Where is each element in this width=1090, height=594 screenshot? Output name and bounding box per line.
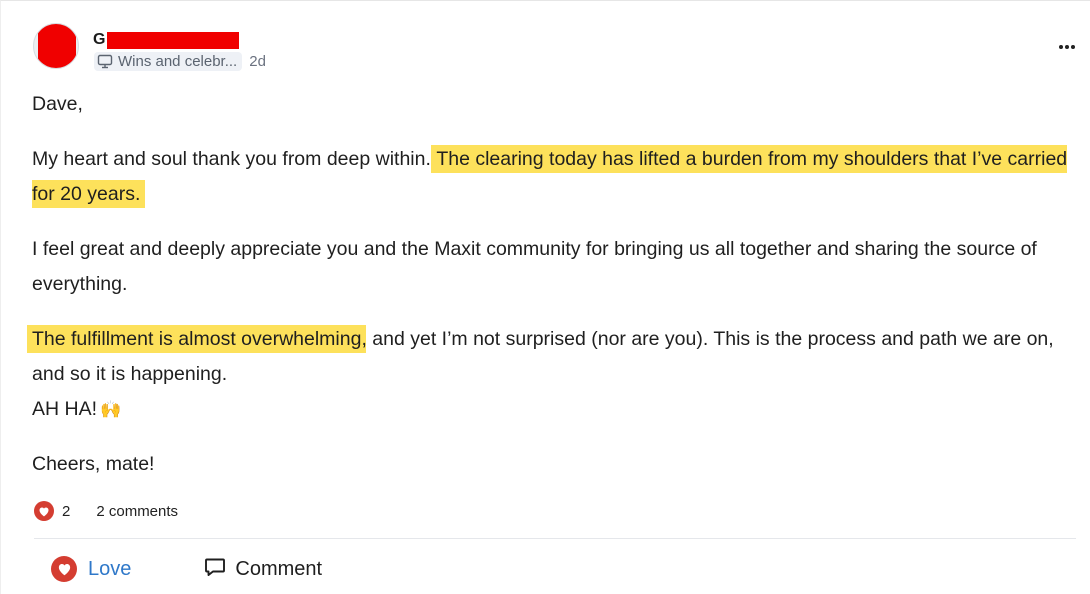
author-name[interactable]: G <box>93 30 240 50</box>
post-paragraph-2: I feel great and deeply appreciate you a… <box>32 238 1037 295</box>
comments-count-link[interactable]: 2 comments <box>96 503 178 520</box>
author-initial: G <box>93 31 106 48</box>
heart-icon <box>51 556 77 582</box>
post-greeting: Dave, <box>32 93 83 115</box>
reactions-count[interactable]: 2 <box>62 503 70 520</box>
paragraph-1-text: My heart and soul thank you from deep wi… <box>32 148 437 170</box>
avatar[interactable] <box>33 23 79 69</box>
post-card: G Wins and celebr... 2d Dave, My heart a… <box>0 0 1090 594</box>
post-timestamp[interactable]: 2d <box>249 53 266 70</box>
comment-button[interactable]: Comment <box>203 555 322 584</box>
post-paragraph-1: My heart and soul thank you from deep wi… <box>32 142 1072 212</box>
avatar-redaction <box>38 24 76 68</box>
post-closing: Cheers, mate! <box>32 453 155 475</box>
post-meta: Wins and celebr... 2d <box>94 51 266 71</box>
speech-bubble-icon <box>203 555 227 584</box>
post-actions: Love Comment <box>51 554 322 584</box>
divider <box>34 538 1076 539</box>
love-label: Love <box>88 557 132 580</box>
raised-hands-emoji: 🙌 <box>100 400 122 419</box>
post-stats: 2 2 comments <box>34 499 178 523</box>
category-label: Wins and celebr... <box>118 52 238 70</box>
paragraph-3-highlight: The fulfillment is almost overwhelming <box>27 325 367 353</box>
post-paragraph-3: The fulfillment is almost overwhelming, … <box>27 322 1072 427</box>
post-body: Dave, My heart and soul thank you from d… <box>27 87 1072 502</box>
comment-label: Comment <box>235 557 323 580</box>
more-options-button[interactable] <box>1055 39 1079 55</box>
category-tag[interactable]: Wins and celebr... <box>94 51 243 71</box>
monitor-icon <box>97 54 113 69</box>
more-horizontal-icon <box>1059 45 1063 49</box>
author-name-redaction <box>107 31 240 49</box>
heart-icon <box>34 501 54 521</box>
paragraph-3-line-2: AH HA! <box>32 398 98 420</box>
love-button[interactable]: Love <box>51 556 131 582</box>
